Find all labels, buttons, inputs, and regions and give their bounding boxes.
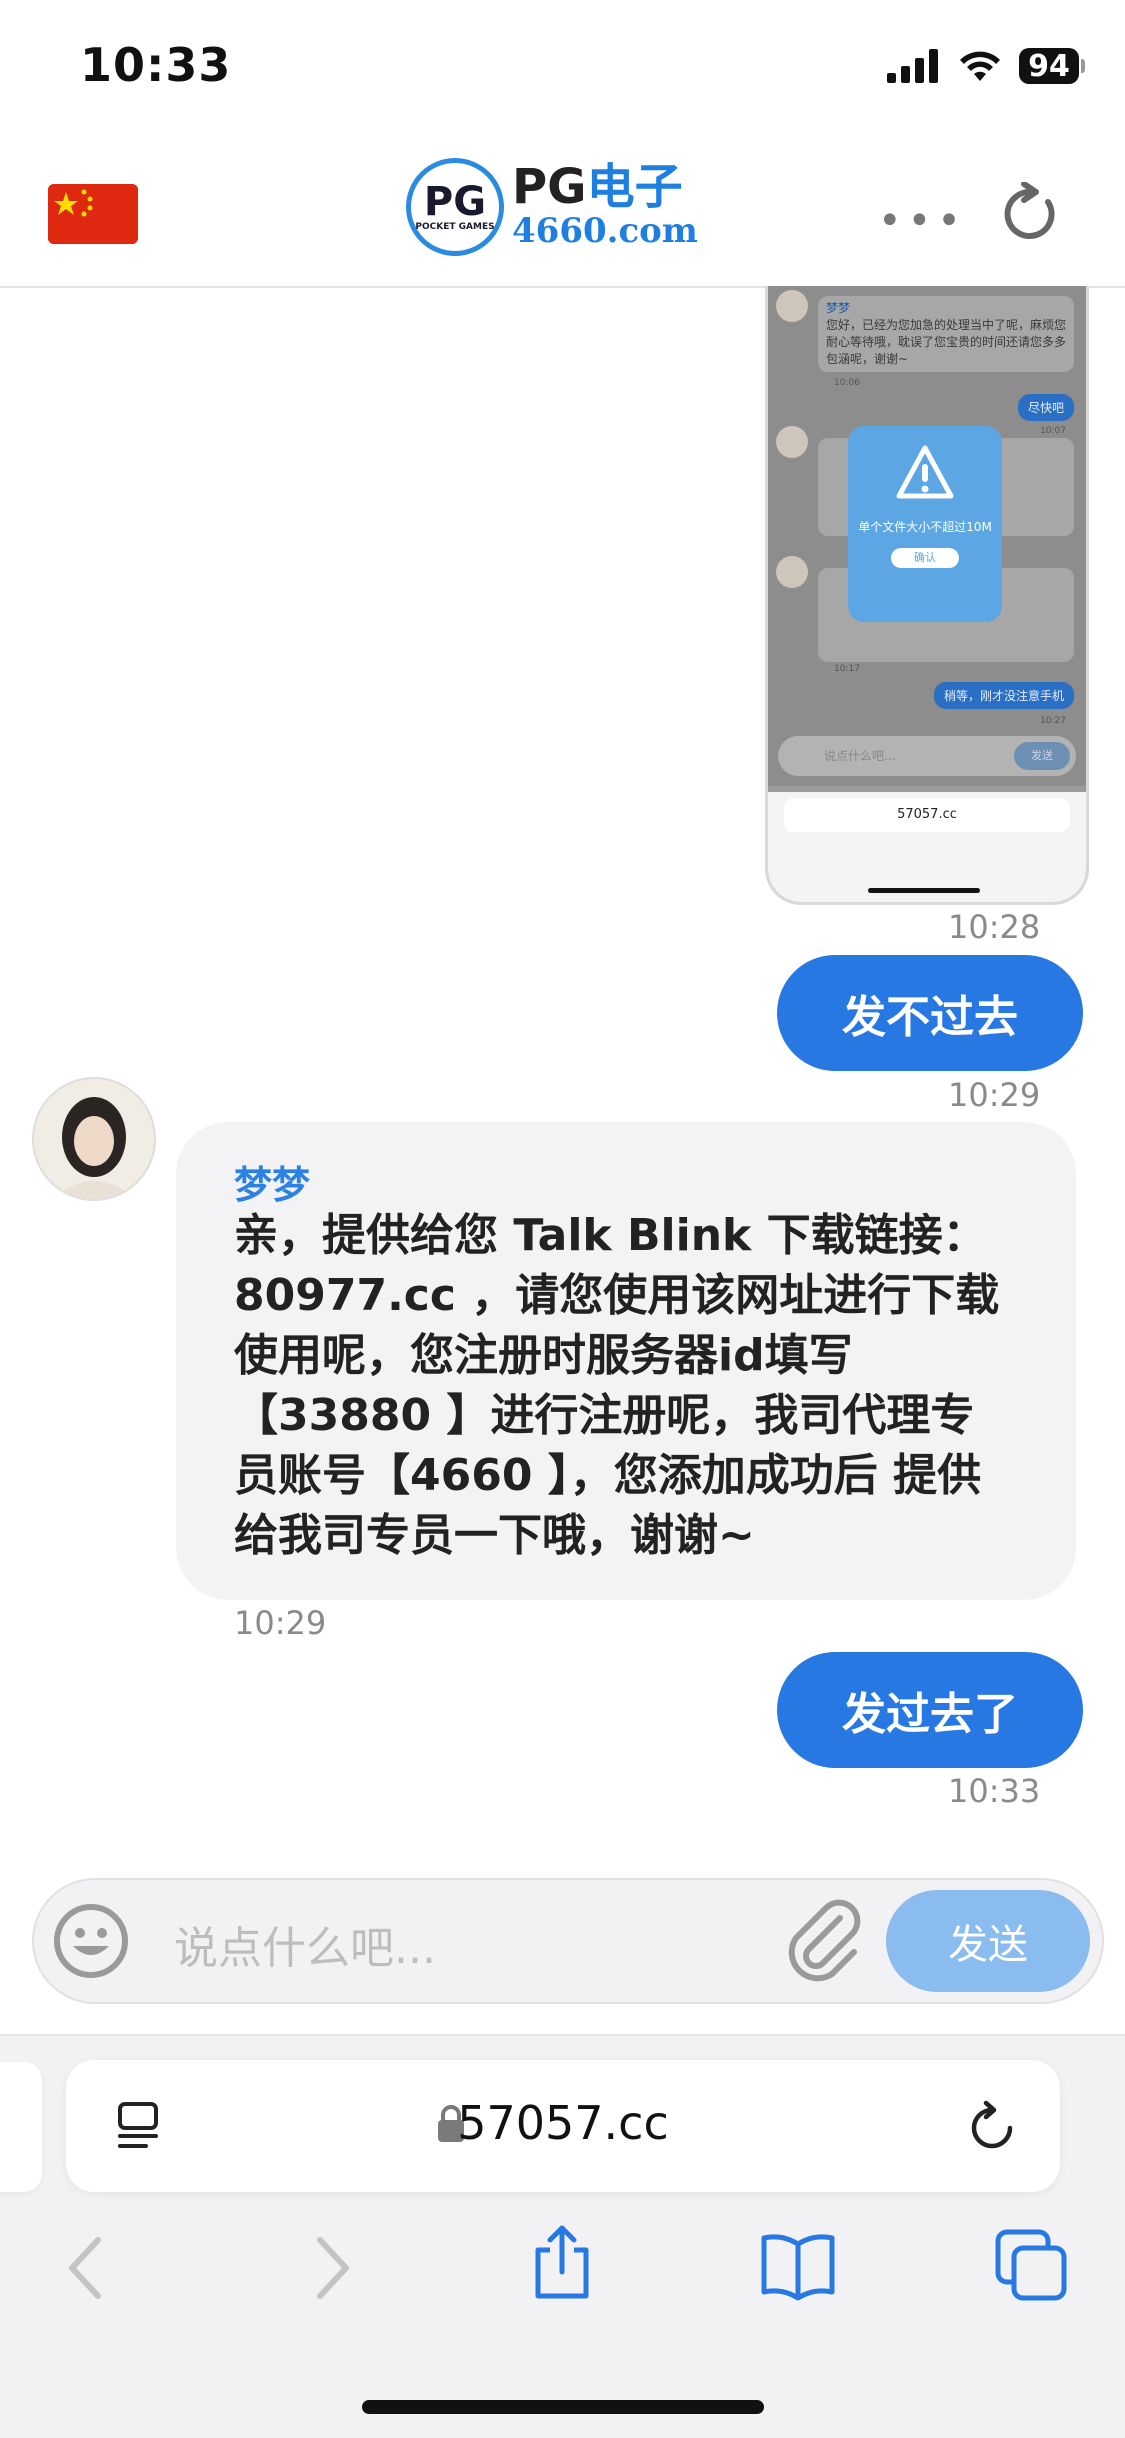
mini-send: 发送 — [1014, 742, 1070, 770]
warning-icon — [896, 445, 954, 499]
mini-time: 10:06 — [834, 378, 860, 388]
alert-dialog: 单个文件大小不超过10M 确认 — [848, 426, 1002, 622]
refresh-icon[interactable] — [998, 182, 1062, 246]
mini-url: 57057.cc — [784, 798, 1070, 832]
battery-icon: 94 — [1019, 48, 1079, 84]
sent-message: 发不过去 — [777, 955, 1083, 1071]
message-time: 10:28 — [948, 908, 1041, 946]
mini-sent: 尽快吧 — [1017, 394, 1074, 421]
app-header: PG POCKET GAMES PG电子 4660.com ••• — [0, 128, 1125, 288]
received-message: 梦梦 亲，提供给您 Talk Blink 下载链接： 80977.cc ，请您使… — [176, 1122, 1076, 1600]
bookmarks-icon[interactable] — [758, 2226, 838, 2306]
message-time: 10:33 — [948, 1772, 1041, 1810]
alert-ok-button: 确认 — [891, 548, 959, 568]
agent-avatar[interactable] — [32, 1077, 156, 1201]
emoji-icon[interactable] — [52, 1902, 130, 1980]
reload-icon[interactable] — [966, 2100, 1018, 2154]
wifi-icon — [960, 51, 1000, 81]
mini-avatar — [776, 426, 808, 458]
home-indicator — [362, 2400, 764, 2414]
address-bar[interactable]: 57057.cc — [66, 2060, 1060, 2192]
mini-time: 10:27 — [1040, 716, 1066, 726]
send-button[interactable]: 发送 — [886, 1890, 1090, 1992]
sender-name: 梦梦 — [234, 1163, 311, 1207]
mini-time: 10:17 — [834, 664, 860, 674]
mini-message: 梦梦 您好，已经为您加急的处理当中了呢，麻烦您耐心等待哦，耽误了您宝贵的时间还请… — [818, 296, 1074, 372]
status-icons: 94 — [887, 46, 1085, 86]
mini-sent: 稍等，刚才没注意手机 — [933, 682, 1074, 709]
status-time: 10:33 — [80, 38, 232, 92]
sent-message: 发过去了 — [777, 1652, 1083, 1768]
mini-placeholder: 说点什么吧... — [824, 749, 896, 763]
pg-logo: PG POCKET GAMES PG电子 4660.com — [406, 158, 698, 256]
message-composer: 说点什么吧... 发送 — [32, 1878, 1104, 2004]
mini-avatar — [776, 290, 808, 322]
battery-level: 94 — [1028, 48, 1070, 84]
mini-safari-bar: 57057.cc — [768, 792, 1086, 902]
more-menu-button[interactable]: ••• — [878, 198, 967, 244]
mini-time: 10:07 — [1040, 426, 1066, 436]
message-time: 10:29 — [234, 1604, 327, 1642]
image-message[interactable]: 梦梦 您好，已经为您加急的处理当中了呢，麻烦您耐心等待哦，耽误了您宝贵的时间还请… — [765, 286, 1089, 905]
forward-icon[interactable] — [290, 2228, 370, 2308]
china-flag-icon[interactable] — [48, 184, 138, 244]
signal-icon — [887, 49, 938, 83]
attachment-icon[interactable] — [782, 1898, 864, 1984]
message-input[interactable]: 说点什么吧... — [174, 1912, 436, 1976]
message-text: 亲，提供给您 Talk Blink 下载链接： 80977.cc ，请您使用该网… — [234, 1210, 1000, 1561]
url-text: 57057.cc — [457, 2096, 669, 2150]
previous-tab-edge[interactable] — [0, 2062, 42, 2192]
pg-logo-text: PG电子 4660.com — [512, 159, 698, 251]
back-icon[interactable] — [48, 2228, 128, 2308]
mini-avatar — [776, 556, 808, 588]
message-time: 10:29 — [948, 1076, 1041, 1114]
battery-nub — [1081, 59, 1085, 73]
mini-home-indicator — [868, 888, 980, 893]
alert-message: 单个文件大小不超过10M — [858, 520, 992, 534]
share-icon[interactable] — [522, 2222, 602, 2302]
pg-logo-mark: PG POCKET GAMES — [406, 158, 504, 256]
tabs-icon[interactable] — [992, 2226, 1072, 2306]
mini-composer: 说点什么吧... 发送 — [778, 736, 1076, 776]
screenshot-chat: 梦梦 您好，已经为您加急的处理当中了呢，麻烦您耐心等待哦，耽误了您宝贵的时间还请… — [768, 286, 1086, 786]
